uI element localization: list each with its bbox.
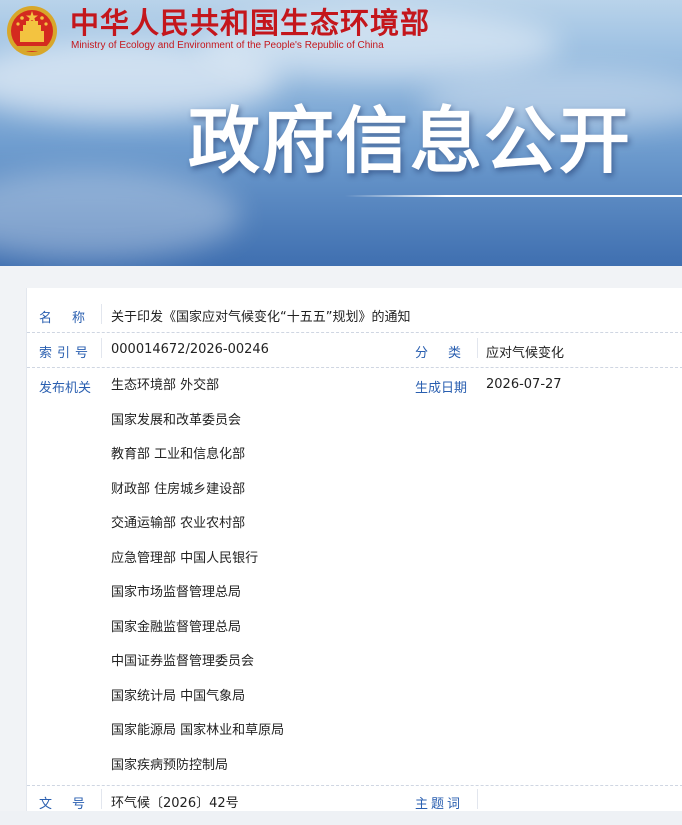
banner-divider — [345, 195, 682, 197]
date-label: 生成日期 — [415, 381, 468, 396]
divider — [477, 338, 478, 358]
document-title[interactable]: 关于印发《国家应对气候变化“十五五”规划》的通知 — [111, 306, 410, 325]
list-item: 中国证券监督管理委员会 — [111, 654, 255, 669]
info-row-index: 索引号 000014672/2026-00246 分类 应对气候变化 — [27, 332, 682, 368]
list-item: 教育部 工业和信息化部 — [111, 447, 246, 462]
list-item: 国家发展和改革委员会 — [111, 412, 242, 428]
keywords-label: 主题词 — [415, 797, 464, 812]
divider — [477, 789, 478, 809]
list-item: 生态环境部 外交部 — [111, 378, 220, 393]
index-number: 000014672/2026-00246 — [111, 342, 269, 357]
category-label: 分类 — [415, 346, 482, 361]
list-item: 交通运输部 农业农村部 — [111, 516, 246, 531]
date-value: 2026-07-27 — [486, 377, 562, 392]
site-subtitle: Ministry of Ecology and Environment of t… — [71, 40, 384, 51]
section-title: 政府信息公开 — [188, 99, 633, 183]
divider — [101, 304, 102, 324]
header-banner: 中华人民共和国生态环境部 Ministry of Ecology and Env… — [0, 0, 682, 266]
list-item: 国家能源局 国家林业和草原局 — [111, 723, 285, 738]
list-item: 应急管理部 中国人民银行 — [111, 550, 259, 566]
docno-label: 文号 — [39, 797, 106, 812]
list-item: 国家市场监督管理总局 — [111, 585, 242, 600]
index-label: 索引号 — [39, 346, 94, 361]
info-row-docno: 文号 环气候〔2026〕42号 主题词 — [27, 785, 682, 825]
list-item: 国家统计局 中国气象局 — [111, 688, 246, 704]
divider — [101, 789, 102, 809]
issuer-label: 发布机关 — [39, 381, 92, 396]
list-item: 国家金融监督管理总局 — [111, 619, 242, 635]
issuer-list: 生态环境部 外交部 国家发展和改革委员会 教育部 工业和信息化部 财政部 住房城… — [111, 377, 284, 791]
category-value: 应对气候变化 — [486, 346, 565, 361]
content-panel: 名称 关于印发《国家应对气候变化“十五五”规划》的通知 索引号 00001467… — [0, 266, 682, 812]
national-emblem-icon[interactable] — [6, 5, 58, 57]
info-row-name: 名称 关于印发《国家应对气候变化“十五五”规划》的通知 — [27, 288, 682, 333]
document-info-table: 名称 关于印发《国家应对气候变化“十五五”规划》的通知 索引号 00001467… — [26, 288, 682, 812]
info-row-issuer: 发布机关 生态环境部 外交部 国家发展和改革委员会 教育部 工业和信息化部 财政… — [27, 367, 682, 786]
divider — [101, 338, 102, 358]
name-label: 名称 — [39, 311, 106, 326]
site-title[interactable]: 中华人民共和国生态环境部 — [70, 6, 430, 40]
docno-value: 环气候〔2026〕42号 — [111, 796, 239, 811]
list-item: 财政部 住房城乡建设部 — [111, 481, 246, 497]
